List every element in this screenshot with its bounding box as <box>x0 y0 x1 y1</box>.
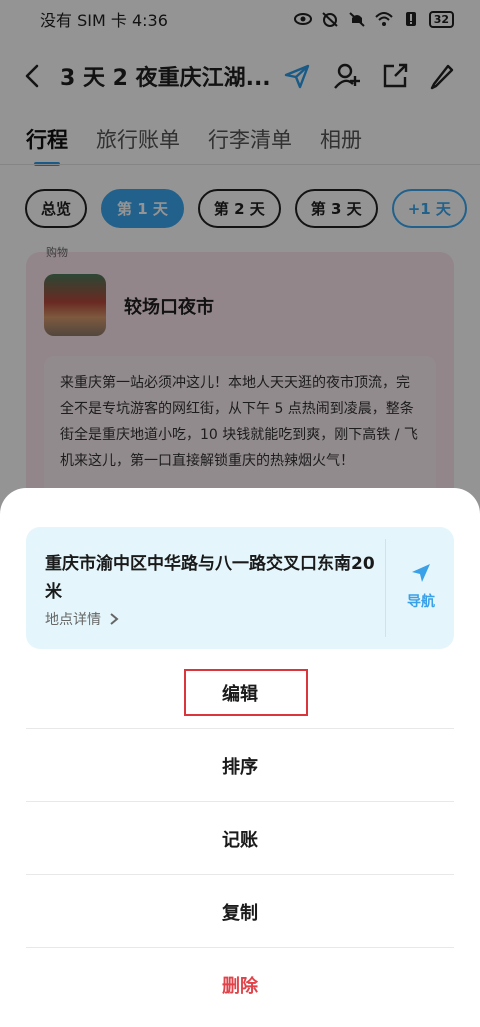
address-text: 重庆市渝中区中华路与八一路交叉口东南20米 <box>45 554 375 602</box>
navigate-button[interactable]: 导航 <box>392 561 450 617</box>
sort-button[interactable]: 排序 <box>26 729 454 802</box>
address-divider <box>385 539 386 637</box>
navigation-arrow-icon <box>412 564 430 582</box>
navigate-label: 导航 <box>407 594 435 610</box>
place-detail-link[interactable]: 地点详情 <box>45 609 119 629</box>
address-card: 重庆市渝中区中华路与八一路交叉口东南20米 地点详情 导航 <box>26 527 454 649</box>
delete-button[interactable]: 删除 <box>26 948 454 1021</box>
highlight-box <box>184 669 308 716</box>
copy-button[interactable]: 复制 <box>26 875 454 948</box>
place-detail-label: 地点详情 <box>45 612 101 628</box>
record-expense-button[interactable]: 记账 <box>26 802 454 875</box>
action-sheet: 重庆市渝中区中华路与八一路交叉口东南20米 地点详情 导航 编辑 排序 记账 复… <box>0 488 480 1027</box>
chevron-right-icon <box>110 613 119 625</box>
